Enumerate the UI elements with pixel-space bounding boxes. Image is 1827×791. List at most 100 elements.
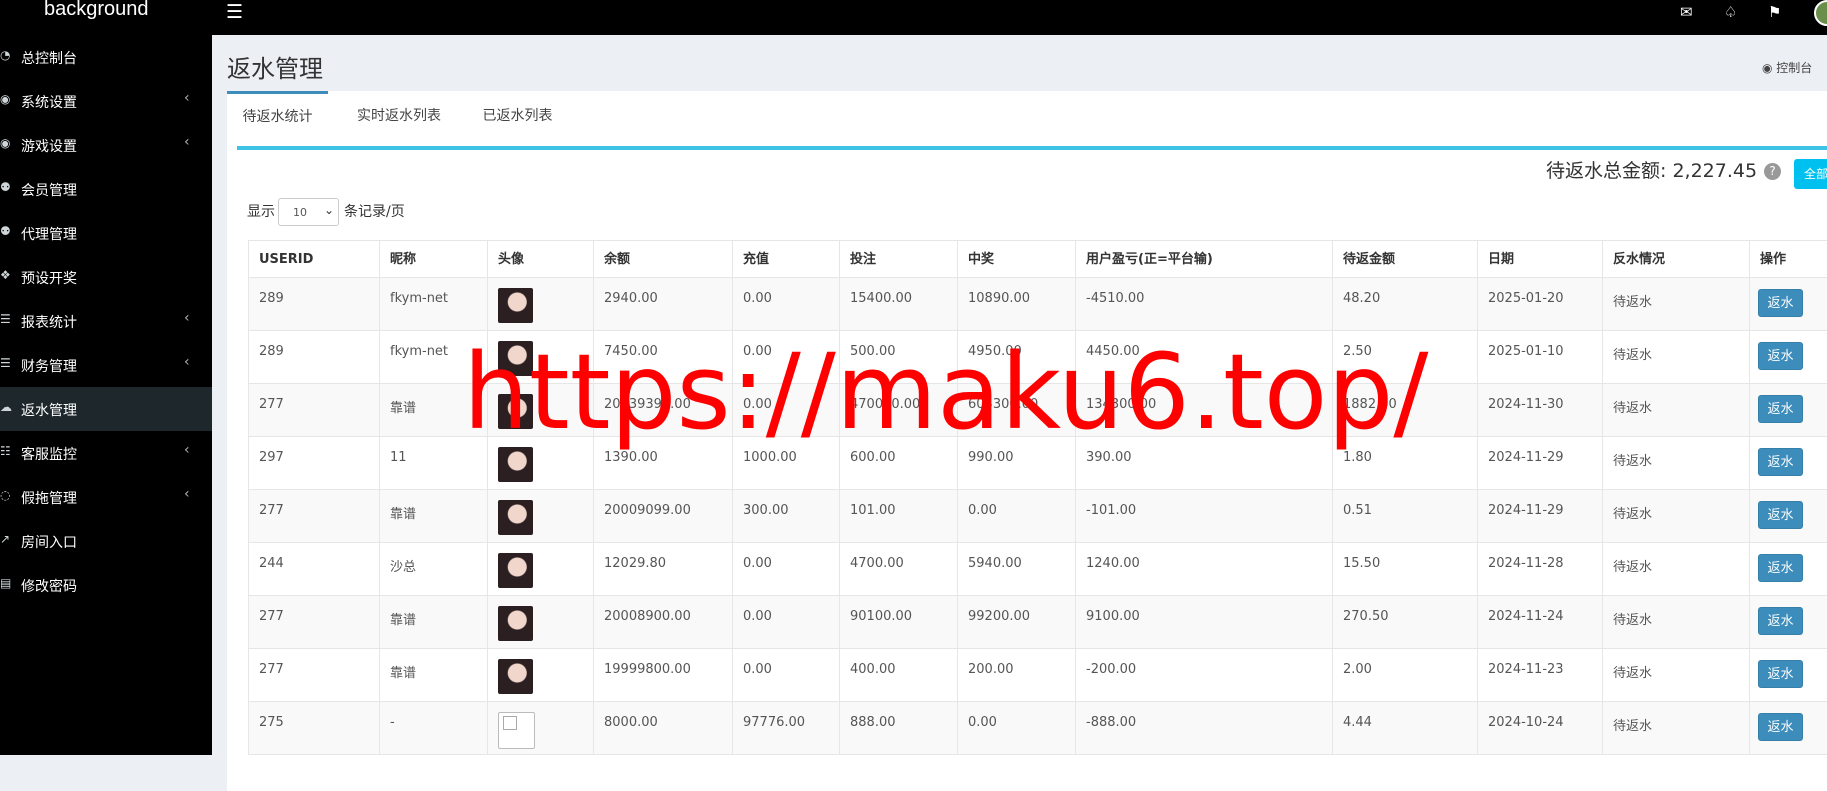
all-rebate-button[interactable]: 全部	[1794, 159, 1827, 189]
rebate-button[interactable]: 返水	[1758, 289, 1803, 317]
rebate-button[interactable]: 返水	[1758, 607, 1803, 635]
tab-rebated-list[interactable]: 已返水列表	[460, 91, 575, 148]
show-label: 显示	[247, 204, 275, 220]
avatar-image	[498, 288, 533, 323]
date-cell: 2025-01-10	[1478, 331, 1603, 384]
sidebar-item[interactable]: ❖ 预设开奖	[0, 255, 212, 299]
sidebar-item[interactable]: ☰ 财务管理 ‹	[0, 343, 212, 387]
avatar-cell	[488, 596, 594, 649]
hamburger-icon[interactable]: ☰	[226, 1, 243, 23]
nickname-cell: 靠谱	[380, 490, 488, 543]
sidebar: ◔ 总控制台 ◉ 系统设置 ‹ ◉ 游戏设置 ‹ ⚉ 会员管理 ⚉ 代理管理 ❖ 预设开奖 ☰ 报表统计 ‹ ☰ 财…	[0, 35, 212, 755]
nickname-cell: 靠谱	[380, 596, 488, 649]
sidebar-item[interactable]: ☰ 报表统计 ‹	[0, 299, 212, 343]
profit-cell: 9100.00	[1076, 596, 1333, 649]
date-cell: 2024-11-29	[1478, 437, 1603, 490]
avatar-image	[498, 500, 533, 535]
sidebar-item[interactable]: ◉ 游戏设置 ‹	[0, 123, 212, 167]
rebate-button[interactable]: 返水	[1758, 448, 1803, 476]
table-header[interactable]: 待返金额	[1333, 240, 1478, 278]
avatar-cell	[488, 278, 594, 331]
per-page-select[interactable]: 10 ⌄	[278, 198, 339, 226]
table-header[interactable]: 操作	[1750, 240, 1827, 278]
chevron-down-icon: ⌄	[324, 203, 335, 217]
sidebar-item[interactable]: ◔ 总控制台	[0, 35, 212, 79]
bell-icon[interactable]: ♤	[1724, 3, 1737, 21]
recharge-cell: 300.00	[733, 490, 840, 543]
bet-cell: 400.00	[840, 649, 958, 702]
table-header[interactable]: 日期	[1478, 240, 1603, 278]
users-icon: ⚉	[0, 180, 11, 194]
avatar-image	[498, 606, 533, 641]
tab-divider	[237, 146, 1827, 150]
cart-icon: ▤	[0, 576, 12, 590]
sidebar-item[interactable]: ▤ 修改密码	[0, 563, 212, 607]
dashboard-icon: ◉	[1762, 61, 1777, 75]
rebate-button[interactable]: 返水	[1758, 395, 1803, 423]
sidebar-item[interactable]: ◌ 假拖管理 ‹	[0, 475, 212, 519]
chevron-left-icon: ‹	[184, 354, 190, 370]
sidebar-item[interactable]: ⚉ 会员管理	[0, 167, 212, 211]
date-cell: 2024-11-23	[1478, 649, 1603, 702]
help-icon[interactable]: ?	[1764, 163, 1782, 180]
sidebar-item-label: 报表统计	[21, 315, 77, 331]
bet-cell: 90100.00	[840, 596, 958, 649]
rebate-button[interactable]: 返水	[1758, 501, 1803, 529]
mail-icon[interactable]: ✉	[1680, 3, 1693, 21]
action-cell: 返水	[1750, 543, 1827, 596]
sidebar-item-label: 财务管理	[21, 359, 77, 375]
brand-logo[interactable]: background	[44, 0, 149, 21]
table-header[interactable]: 投注	[840, 240, 958, 278]
balance-cell: 8000.00	[594, 702, 733, 755]
userid-cell: 289	[248, 331, 380, 384]
database-icon: ☰	[0, 356, 11, 370]
win-cell: 10890.00	[958, 278, 1076, 331]
table-header[interactable]: 头像	[488, 240, 594, 278]
recharge-cell: 0.00	[733, 596, 840, 649]
table-header[interactable]: 余额	[594, 240, 733, 278]
table-header[interactable]: USERID	[248, 240, 380, 278]
rebate-button[interactable]: 返水	[1758, 554, 1803, 582]
table-header[interactable]: 用户盈亏(正=平台输)	[1076, 240, 1333, 278]
table-header[interactable]: 昵称	[380, 240, 488, 278]
tab-pending-stats[interactable]: 待返水统计	[227, 91, 328, 148]
sidebar-item-label: 系统设置	[21, 95, 77, 111]
date-cell: 2024-10-24	[1478, 702, 1603, 755]
sidebar-item[interactable]: ☁ 返水管理	[0, 387, 212, 431]
action-cell: 返水	[1750, 331, 1827, 384]
sidebar-item[interactable]: ☷ 客服监控 ‹	[0, 431, 212, 475]
flag-icon[interactable]: ⚑	[1768, 3, 1781, 21]
chevron-left-icon: ‹	[184, 90, 190, 106]
table-header[interactable]: 反水情况	[1603, 240, 1750, 278]
sidebar-item[interactable]: ↗ 房间入口	[0, 519, 212, 563]
profit-cell: -888.00	[1076, 702, 1333, 755]
chevron-left-icon: ‹	[184, 310, 190, 326]
userid-cell: 297	[248, 437, 380, 490]
rebate-button[interactable]: 返水	[1758, 713, 1803, 741]
avatar-image	[498, 553, 533, 588]
sidebar-item[interactable]: ◉ 系统设置 ‹	[0, 79, 212, 123]
table-header[interactable]: 中奖	[958, 240, 1076, 278]
watermark-url: https://maku6.top/	[463, 331, 1429, 453]
userid-cell: 277	[248, 596, 380, 649]
list-icon: ☰	[0, 312, 11, 326]
action-cell: 返水	[1750, 384, 1827, 437]
bet-cell: 888.00	[840, 702, 958, 755]
userid-cell: 277	[248, 649, 380, 702]
balance-cell: 12029.80	[594, 543, 733, 596]
tab-realtime-list[interactable]: 实时返水列表	[338, 91, 460, 148]
pending-cell: 2.00	[1333, 649, 1478, 702]
rebate-button[interactable]: 返水	[1758, 342, 1803, 370]
table-header[interactable]: 充值	[733, 240, 840, 278]
sidebar-item[interactable]: ⚉ 代理管理	[0, 211, 212, 255]
sidebar-item-label: 返水管理	[21, 403, 77, 419]
breadcrumb[interactable]: ◉ 控制台	[1762, 59, 1812, 76]
rebate-button[interactable]: 返水	[1758, 660, 1803, 688]
balance-cell: 20008900.00	[594, 596, 733, 649]
page-title: 返水管理	[227, 55, 323, 83]
cloud-download-icon: ☁	[0, 400, 12, 414]
user-avatar[interactable]	[1814, 0, 1827, 26]
date-cell: 2024-11-30	[1478, 384, 1603, 437]
nickname-cell: 靠谱	[380, 649, 488, 702]
action-cell: 返水	[1750, 649, 1827, 702]
